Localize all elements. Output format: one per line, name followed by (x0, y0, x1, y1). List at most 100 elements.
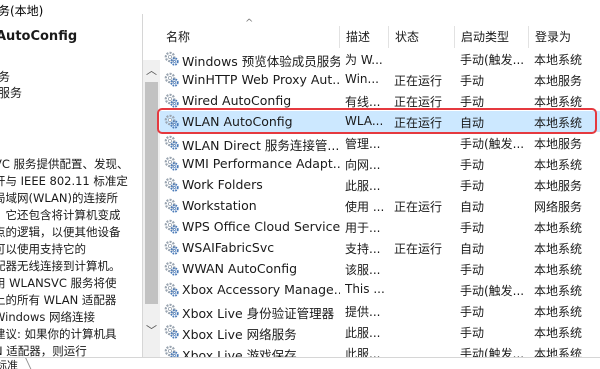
gear-icon (163, 323, 180, 340)
service-logon-cell: 本地服务 (534, 74, 583, 88)
scroll-up-icon[interactable]: ︿ (143, 62, 160, 79)
service-status-cell: 正在运行 (394, 74, 443, 88)
service-description-cell: 提供... (345, 305, 381, 319)
service-description-cell: 使用 ... (345, 200, 385, 214)
description-line: 上的所有 WLAN 适配器 (0, 293, 117, 307)
gear-icon (163, 92, 180, 109)
table-row[interactable]: WWAN AutoConfig 该服... 手动 本地系统 (160, 258, 600, 279)
selected-service-title: AutoConfig (0, 29, 78, 44)
table-row[interactable]: Xbox Live 身份验证管理器 提供... 手动 本地系统 (160, 300, 600, 321)
table-row[interactable]: WSAIFabricSvc 支持... 正在运行 自动 本地系统 (160, 237, 600, 258)
service-startup-type-cell: 手动(触发... (460, 347, 525, 357)
description-line: 局域网(WLAN)的连接所 (0, 191, 118, 205)
service-name-cell: Xbox Live 游戏保存 (182, 348, 297, 357)
service-startup-type-cell: 手动 (460, 179, 485, 193)
description-line: 用 WLANSVC 服务将使 (0, 276, 117, 290)
column-header-name[interactable]: 名称 (166, 28, 190, 45)
service-name-cell: Windows 预览体验成员服务 (182, 54, 340, 69)
selected-row-highlight (157, 108, 597, 134)
service-name-cell: Xbox Live 身份验证管理器 (182, 306, 335, 321)
service-startup-type-cell: 自动 (460, 200, 485, 214)
column-header-startup-type[interactable]: 启动类型 (461, 28, 509, 45)
service-name-cell: WinHTTP Web Proxy Aut... (182, 72, 340, 87)
service-description-cell: 为 W... (345, 53, 383, 67)
service-startup-type-cell: 手动 (460, 326, 485, 340)
scroll-down-icon[interactable]: ﹀ (143, 322, 160, 339)
service-name-cell: Wired AutoConfig (182, 93, 292, 108)
column-divider[interactable] (454, 26, 455, 48)
description-line: 配器无线连接到计算机。 (0, 259, 121, 273)
services-list: ^ 名称 描述 状态 启动类型 登录为 Windows 预览体验成员服务为 W.… (160, 14, 600, 357)
service-name-cell: Workstation (182, 198, 257, 213)
service-logon-cell: 本地系统 (534, 221, 583, 235)
column-header-row: ^ 名称 描述 状态 启动类型 登录为 (160, 14, 600, 48)
description-line: Windows 网络连接 (0, 310, 95, 324)
table-row[interactable]: Xbox Accessory Manage... This ... 手动(触发...… (160, 279, 600, 300)
gear-icon (163, 50, 180, 67)
description-line: N 适配器，则运行 (0, 344, 87, 357)
service-logon-cell: 网络服务 (534, 200, 583, 214)
service-logon-cell: 本地系统 (534, 326, 583, 340)
service-name-cell: Work Folders (182, 177, 263, 192)
stop-service-link[interactable]: 务 (0, 68, 10, 85)
gear-icon (163, 239, 180, 256)
gear-icon (163, 218, 180, 235)
column-header-logon-as[interactable]: 登录为 (535, 28, 571, 45)
service-logon-cell: 本地系统 (534, 242, 583, 256)
column-divider[interactable] (388, 26, 389, 48)
service-startup-type-cell: 手动(触发... (460, 284, 525, 298)
table-row[interactable]: Workstation 使用 ... 正在运行 自动 网络服务 (160, 195, 600, 216)
gear-icon (163, 155, 180, 172)
service-logon-cell: 本地系统 (534, 53, 583, 67)
table-row[interactable]: WMI Performance Adapt... 向网... 手动 本地系统 (160, 153, 600, 174)
table-row[interactable]: WLAN Direct 服务连接管... 管理... 手动(触发... 本地服务 (160, 132, 600, 153)
column-divider[interactable] (339, 26, 340, 48)
service-name-cell: WSAIFabricSvc (182, 240, 275, 255)
service-startup-type-cell: 手动 (460, 263, 485, 277)
service-name-cell: Xbox Live 网络服务 (182, 327, 297, 342)
table-row[interactable]: WinHTTP Web Proxy Aut... Win... 正在运行 手动 本地服务 (160, 69, 600, 90)
table-row[interactable]: Work Folders 此服... 手动 本地服务 (160, 174, 600, 195)
service-logon-cell: 本地系统 (534, 305, 583, 319)
service-startup-type-cell: 手动(触发... (460, 137, 525, 151)
service-logon-cell: 本地系统 (534, 158, 583, 172)
service-name-cell: WMI Performance Adapt... (182, 156, 340, 171)
tab-edge (25, 358, 37, 369)
table-row[interactable]: WPS Office Cloud Service 用于... 手动 本地系统 (160, 216, 600, 237)
gear-icon (163, 260, 180, 277)
service-status-cell: 正在运行 (394, 200, 443, 214)
table-row[interactable]: Xbox Live 网络服务 此服... 手动 本地系统 (160, 321, 600, 342)
service-description-cell: 此服... (345, 326, 381, 340)
service-status-cell: 正在运行 (394, 242, 443, 256)
description-line: 建议: 如果你的计算机具 (0, 327, 117, 341)
service-startup-type-cell: 手动 (460, 305, 485, 319)
service-description-cell: 支持... (345, 242, 381, 256)
gear-icon (163, 176, 180, 193)
tab-standard[interactable]: 标准 (0, 357, 18, 369)
service-name-cell: Xbox Accessory Manage... (182, 282, 340, 297)
table-row[interactable]: Windows 预览体验成员服务为 W... 手动(触发... 本地系统 (160, 48, 600, 69)
service-startup-type-cell: 手动 (460, 221, 485, 235)
description-line: 开与 IEEE 802.11 标准定 (0, 174, 128, 188)
service-logon-cell: 本地服务 (534, 179, 583, 193)
column-header-description[interactable]: 描述 (346, 28, 370, 45)
service-description-cell: 用于... (345, 221, 381, 235)
service-description-cell: 此服... (345, 347, 381, 357)
description-line: 可以使用支持它的 (0, 242, 86, 256)
service-name-cell: WPS Office Cloud Service (182, 219, 340, 234)
table-row[interactable]: Xbox Live 游戏保存 此服... 手动(触发... 本地系统 (160, 342, 600, 357)
restart-service-link[interactable]: 服务 (0, 84, 22, 101)
column-divider[interactable] (528, 26, 529, 48)
service-startup-type-cell: 自动 (460, 242, 485, 256)
description-line: 。它还包含将计算机变成 (0, 208, 121, 222)
gear-icon (163, 71, 180, 88)
column-header-status[interactable]: 状态 (395, 28, 419, 45)
gear-icon (163, 134, 180, 151)
description-line: VC 服务提供配置、发现、 (0, 157, 129, 171)
gear-icon (163, 197, 180, 214)
gear-icon (163, 344, 180, 357)
service-description-cell: 此服... (345, 179, 381, 193)
service-name-cell: WLAN Direct 服务连接管... (182, 138, 340, 153)
service-logon-cell: 本地系统 (534, 263, 583, 277)
service-details-pane: AutoConfig 务 服务 VC 服务提供配置、发现、 开与 IEEE 802… (0, 22, 142, 357)
